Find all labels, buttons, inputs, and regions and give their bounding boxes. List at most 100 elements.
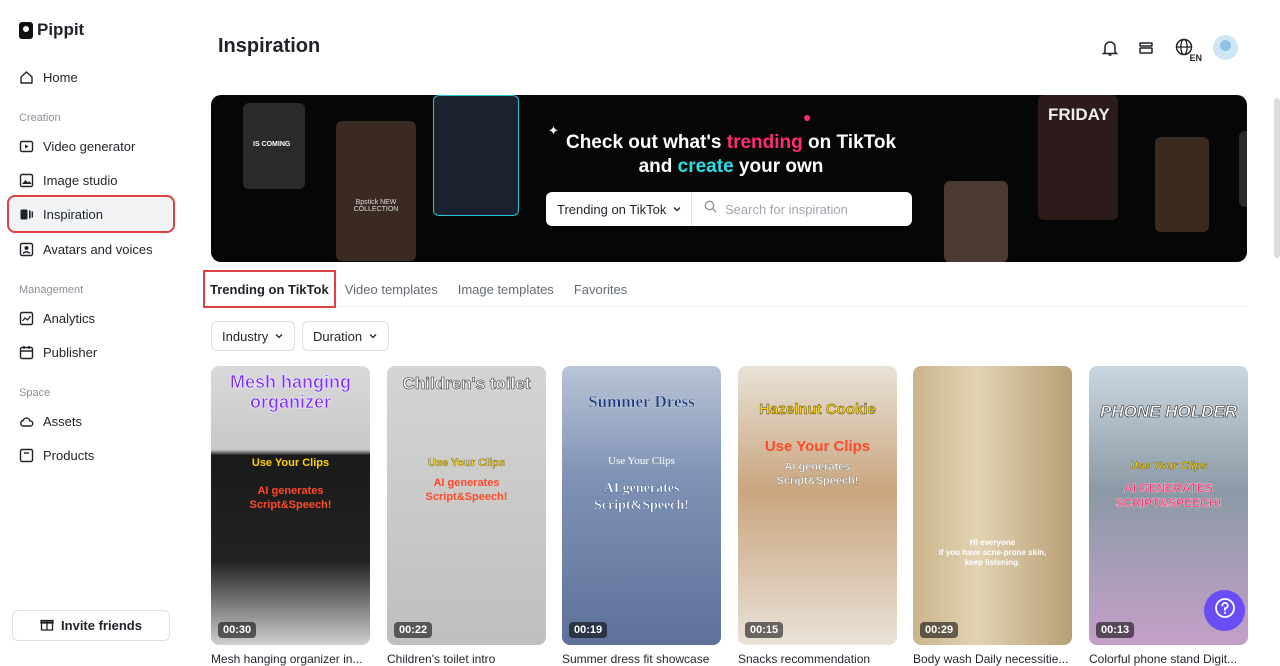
chevron-down-icon <box>672 202 682 217</box>
sidebar-item-label: Publisher <box>43 344 98 360</box>
card-overlay-caption: if you have acne-prone skin, keep listen… <box>938 548 1047 567</box>
template-card[interactable]: Children's toilet Use Your Clips AI gene… <box>387 366 546 645</box>
duration-badge: 00:19 <box>569 622 608 638</box>
card-caption[interactable]: Mesh hanging organizer in... <box>211 652 370 666</box>
card-caption[interactable]: Snacks recommendation <box>738 652 897 666</box>
header-actions: EN <box>1099 35 1238 63</box>
banner-deco-text: IS COMING <box>253 141 291 148</box>
content-tabs: Trending on TikTok Video templates Image… <box>203 270 1247 308</box>
sidebar-item-video-generator[interactable]: Video generator <box>9 129 173 163</box>
search-icon <box>704 200 717 218</box>
duration-badge: 00:22 <box>394 622 433 638</box>
card-overlay-caption: AI GENERATES SCRIPT&SPEECH! <box>1115 481 1222 510</box>
card-overlay-subtitle: Hi everyone <box>969 538 1016 547</box>
template-card[interactable]: Hi everyone if you have acne-prone skin,… <box>913 366 1072 645</box>
banner-deco-card <box>944 181 1008 262</box>
card-overlay-title: PHONE HOLDER <box>1100 402 1238 422</box>
banner-deco-card: Bpstick NEW COLLECTION <box>336 121 416 261</box>
banner-deco-card <box>1155 137 1209 232</box>
duration-badge: 00:30 <box>218 622 257 638</box>
search-input[interactable] <box>725 201 905 217</box>
sidebar-item-analytics[interactable]: Analytics <box>9 301 173 335</box>
banner-deco-card: FRIDAY <box>1038 95 1118 220</box>
inspiration-icon <box>19 207 34 222</box>
card-caption[interactable]: Colorful phone stand Digit... <box>1089 652 1248 666</box>
template-card[interactable]: Hazelnut Cookie Use Your Clips AI genera… <box>738 366 897 645</box>
invite-friends-button[interactable]: Invite friends <box>12 610 170 641</box>
card-caption[interactable]: Summer dress fit showcase <box>562 652 721 666</box>
tab-video-templates[interactable]: Video templates <box>335 271 448 307</box>
banner-text: your own <box>733 156 824 177</box>
template-card[interactable]: Mesh hanging organizer Use Your Clips AI… <box>211 366 370 645</box>
sparkle-icon: ✦ <box>548 123 559 138</box>
banner-text: on TikTok <box>802 132 897 153</box>
language-code: EN <box>1189 52 1202 63</box>
sidebar-item-products[interactable]: Products <box>9 438 173 472</box>
layers-icon[interactable] <box>1135 37 1157 59</box>
analytics-icon <box>19 311 34 326</box>
sidebar-item-label: Home <box>43 69 78 85</box>
banner-text: and <box>638 156 678 177</box>
sidebar-item-publisher[interactable]: Publisher <box>9 335 173 369</box>
tab-trending-on-tiktok[interactable]: Trending on TikTok <box>203 270 336 308</box>
sidebar-item-assets[interactable]: Assets <box>9 404 173 438</box>
app-logo[interactable]: Pippit <box>19 20 84 40</box>
card-overlay-subtitle: Use Your Clips <box>427 457 506 469</box>
sidebar-item-inspiration[interactable]: Inspiration <box>7 195 175 233</box>
chevron-down-icon <box>274 329 284 344</box>
page-scrollbar[interactable] <box>1274 98 1280 258</box>
card-overlay-title: Mesh hanging organizer <box>230 372 352 413</box>
banner-deco-text: FRIDAY <box>1048 105 1110 124</box>
banner-deco-card: IS COMING <box>243 103 305 189</box>
card-overlay-subtitle: Use Your Clips <box>764 438 871 455</box>
help-button[interactable] <box>1204 590 1245 631</box>
duration-filter[interactable]: Duration <box>302 321 390 351</box>
language-globe-icon[interactable]: EN <box>1171 37 1202 63</box>
tab-favorites[interactable]: Favorites <box>564 271 637 307</box>
card-overlay-title: Children's toilet <box>402 374 531 394</box>
card-overlay-title: Hazelnut Cookie <box>759 401 876 418</box>
tab-image-templates[interactable]: Image templates <box>448 271 564 307</box>
sidebar-item-label: Video generator <box>43 138 136 154</box>
sidebar-item-avatars-voices[interactable]: Avatars and voices <box>9 232 173 266</box>
sidebar-item-label: Products <box>43 447 95 463</box>
image-studio-icon <box>19 173 34 188</box>
card-overlay-subtitle: Use Your Clips <box>251 457 330 469</box>
card-overlay-caption: AI generates Script&Speech! <box>594 481 689 513</box>
flame-icon: ● <box>803 109 812 125</box>
card-overlay-caption: AI generates Script&Speech! <box>249 485 332 511</box>
banner-highlight-create: create <box>677 156 734 177</box>
sidebar-item-label: Assets <box>43 413 83 429</box>
calendar-icon <box>19 345 34 360</box>
section-label-space: Space <box>19 387 51 399</box>
avatar-voice-icon <box>19 242 34 257</box>
card-caption[interactable]: Children's toilet intro <box>387 652 546 666</box>
card-caption[interactable]: Body wash Daily necessitie... <box>913 652 1072 666</box>
banner-text: Check out what's <box>565 132 727 153</box>
banner-deco-card <box>1239 131 1247 207</box>
sidebar-item-label: Analytics <box>43 310 96 326</box>
bell-icon[interactable] <box>1099 37 1121 59</box>
sidebar-item-image-studio[interactable]: Image studio <box>9 163 173 197</box>
card-overlay-subtitle: Use Your Clips <box>608 455 675 467</box>
template-card[interactable]: Summer Dress Use Your Clips AI generates… <box>562 366 721 645</box>
user-avatar[interactable] <box>1213 35 1238 60</box>
card-overlay-subtitle: Use Your Clips <box>1129 460 1208 472</box>
industry-filter[interactable]: Industry <box>211 321 296 351</box>
search-field <box>692 200 912 218</box>
duration-filter-label: Duration <box>313 328 363 344</box>
duration-badge: 00:13 <box>1096 622 1135 638</box>
question-mark-icon <box>1214 597 1236 624</box>
section-label-management: Management <box>19 284 84 296</box>
sidebar-item-home[interactable]: Home <box>9 60 173 94</box>
card-overlay-caption: AI generates Script&Speech! <box>776 461 859 487</box>
banner-deco-text: Bpstick NEW COLLECTION <box>353 199 399 213</box>
pippit-logo-icon <box>19 21 33 39</box>
chevron-down-icon <box>368 329 378 344</box>
hero-banner: IS COMING Bpstick NEW COLLECTION FRIDAY … <box>211 95 1247 262</box>
card-overlay-caption: AI generates Script&Speech! <box>425 477 508 503</box>
invite-friends-label: Invite friends <box>61 618 142 633</box>
sidebar-item-label: Inspiration <box>43 206 103 222</box>
search-source-dropdown[interactable]: Trending on TikTok <box>546 192 692 226</box>
search-source-label: Trending on TikTok <box>557 201 667 217</box>
